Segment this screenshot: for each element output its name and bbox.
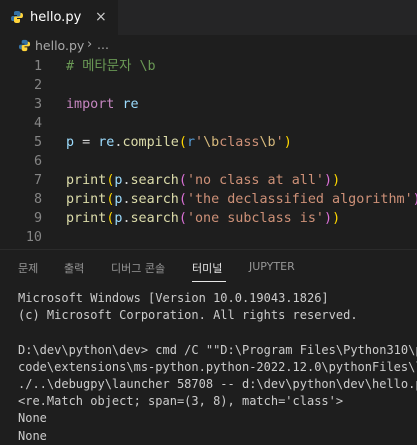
code-token: ) <box>324 211 333 226</box>
terminal-line: (c) Microsoft Corporation. All rights re… <box>18 308 358 323</box>
code-token: ) <box>332 211 341 226</box>
terminal-line: code\extensions\ms-python.python-2022.12… <box>18 359 417 374</box>
line-number: 1 <box>33 59 42 74</box>
breadcrumb: hello.py › ... <box>0 35 417 57</box>
code-token: 'one subclass is' <box>186 211 324 226</box>
line-number: 2 <box>33 78 42 93</box>
line-number: 3 <box>33 97 42 112</box>
tab-problems[interactable]: 문제 <box>18 260 38 276</box>
code-text: print(p.search('one subclass is')) <box>66 209 340 228</box>
terminal-line: ./..\debugpy\launcher 58708 -- d:\dev\py… <box>18 376 417 391</box>
code-text: # 메타문자 \b <box>66 57 156 76</box>
python-file-icon <box>18 39 31 52</box>
code-text: import re <box>66 95 139 114</box>
terminal-output[interactable]: Microsoft Windows [Version 10.0.19043.18… <box>18 290 417 445</box>
code-token: print <box>66 173 107 188</box>
code-token: compile <box>122 135 179 150</box>
python-file-icon <box>11 11 23 23</box>
code-line[interactable]: 8 print(p.search('the declassified algori… <box>0 190 417 209</box>
line-number: 4 <box>33 116 42 131</box>
code-token: ) <box>413 192 417 207</box>
code-token: = <box>74 135 99 150</box>
breadcrumb-file[interactable]: hello.py <box>35 38 84 53</box>
code-text: print(p.search('the declassified algorit… <box>66 190 417 209</box>
bottom-panel: 문제 출력 디버그 콘솔 터미널 JUPYTER Microsoft Windo… <box>0 249 417 445</box>
terminal-line: <re.Match object; span=(3, 8), match='cl… <box>18 394 344 409</box>
code-line[interactable]: 4 <box>0 114 417 133</box>
code-token: r <box>186 135 195 150</box>
active-tab-indicator <box>192 281 226 282</box>
line-number: 7 <box>33 173 42 188</box>
code-token: search <box>130 173 179 188</box>
code-token: ( <box>178 135 187 150</box>
code-token: re <box>122 97 139 112</box>
code-line[interactable]: 3 import re <box>0 95 417 114</box>
code-token: 'no class at all' <box>186 173 324 188</box>
line-number: 8 <box>33 192 42 207</box>
terminal-line: None <box>18 411 47 426</box>
code-line[interactable]: 5 p = re.compile(r'\bclass\b') <box>0 133 417 152</box>
code-token: import <box>66 97 115 112</box>
breadcrumb-more[interactable]: ... <box>97 37 109 52</box>
line-number: 10 <box>25 230 42 245</box>
tab-debug-console[interactable]: 디버그 콘솔 <box>111 260 165 276</box>
line-number: 5 <box>33 135 42 150</box>
tab-hello-py[interactable]: hello.py × <box>0 0 118 35</box>
code-token: ( <box>178 192 187 207</box>
tab-jupyter[interactable]: JUPYTER <box>249 260 295 273</box>
terminal-line: Microsoft Windows [Version 10.0.19043.18… <box>18 291 329 305</box>
code-token: \b <box>259 135 276 150</box>
code-token: ) <box>332 173 341 188</box>
code-line[interactable]: 6 <box>0 152 417 171</box>
terminal-line: None <box>18 428 47 443</box>
code-token: ' <box>195 135 204 150</box>
code-line[interactable]: 9 print(p.search('one subclass is')) <box>0 209 417 228</box>
code-token: class <box>219 135 260 150</box>
code-token: \b <box>203 135 220 150</box>
code-token: print <box>66 211 107 226</box>
code-token: 'the declassified algorithm' <box>186 192 413 207</box>
terminal-line: D:\dev\python\dev> cmd /C ""D:\Program F… <box>18 342 417 357</box>
code-token: ) <box>324 173 333 188</box>
code-line[interactable]: 1 # 메타문자 \b <box>0 57 417 76</box>
code-line[interactable]: 7 print(p.search('no class at all')) <box>0 171 417 190</box>
code-editor[interactable]: 1 # 메타문자 \b 2 3 import re 4 5 p = re.compile(r'… <box>0 57 417 249</box>
code-token: search <box>130 211 179 226</box>
code-text: p = re.compile(r'\bclass\b') <box>66 133 292 152</box>
tab-output[interactable]: 출력 <box>64 260 84 276</box>
code-token: ' <box>275 135 284 150</box>
code-token: ) <box>283 135 292 150</box>
code-token: print <box>66 192 107 207</box>
close-icon[interactable]: × <box>95 9 107 25</box>
code-token: # 메타문자 \b <box>66 59 156 74</box>
code-token: re <box>98 135 115 150</box>
code-token: . <box>122 173 131 188</box>
code-token: search <box>130 192 179 207</box>
code-text: print(p.search('no class at all')) <box>66 171 340 190</box>
code-token: ( <box>178 173 187 188</box>
line-number: 6 <box>33 154 42 169</box>
line-number: 9 <box>33 211 42 226</box>
editor-tab-bar: hello.py × <box>0 0 417 35</box>
tab-label: hello.py <box>30 10 82 25</box>
code-token: ( <box>178 211 187 226</box>
code-token: . <box>122 192 131 207</box>
code-line[interactable]: 2 <box>0 76 417 95</box>
code-token: p <box>66 135 75 150</box>
code-line[interactable]: 10 <box>0 228 417 247</box>
chevron-right-icon: › <box>87 37 93 52</box>
code-token: . <box>122 211 131 226</box>
tab-terminal[interactable]: 터미널 <box>192 260 222 276</box>
